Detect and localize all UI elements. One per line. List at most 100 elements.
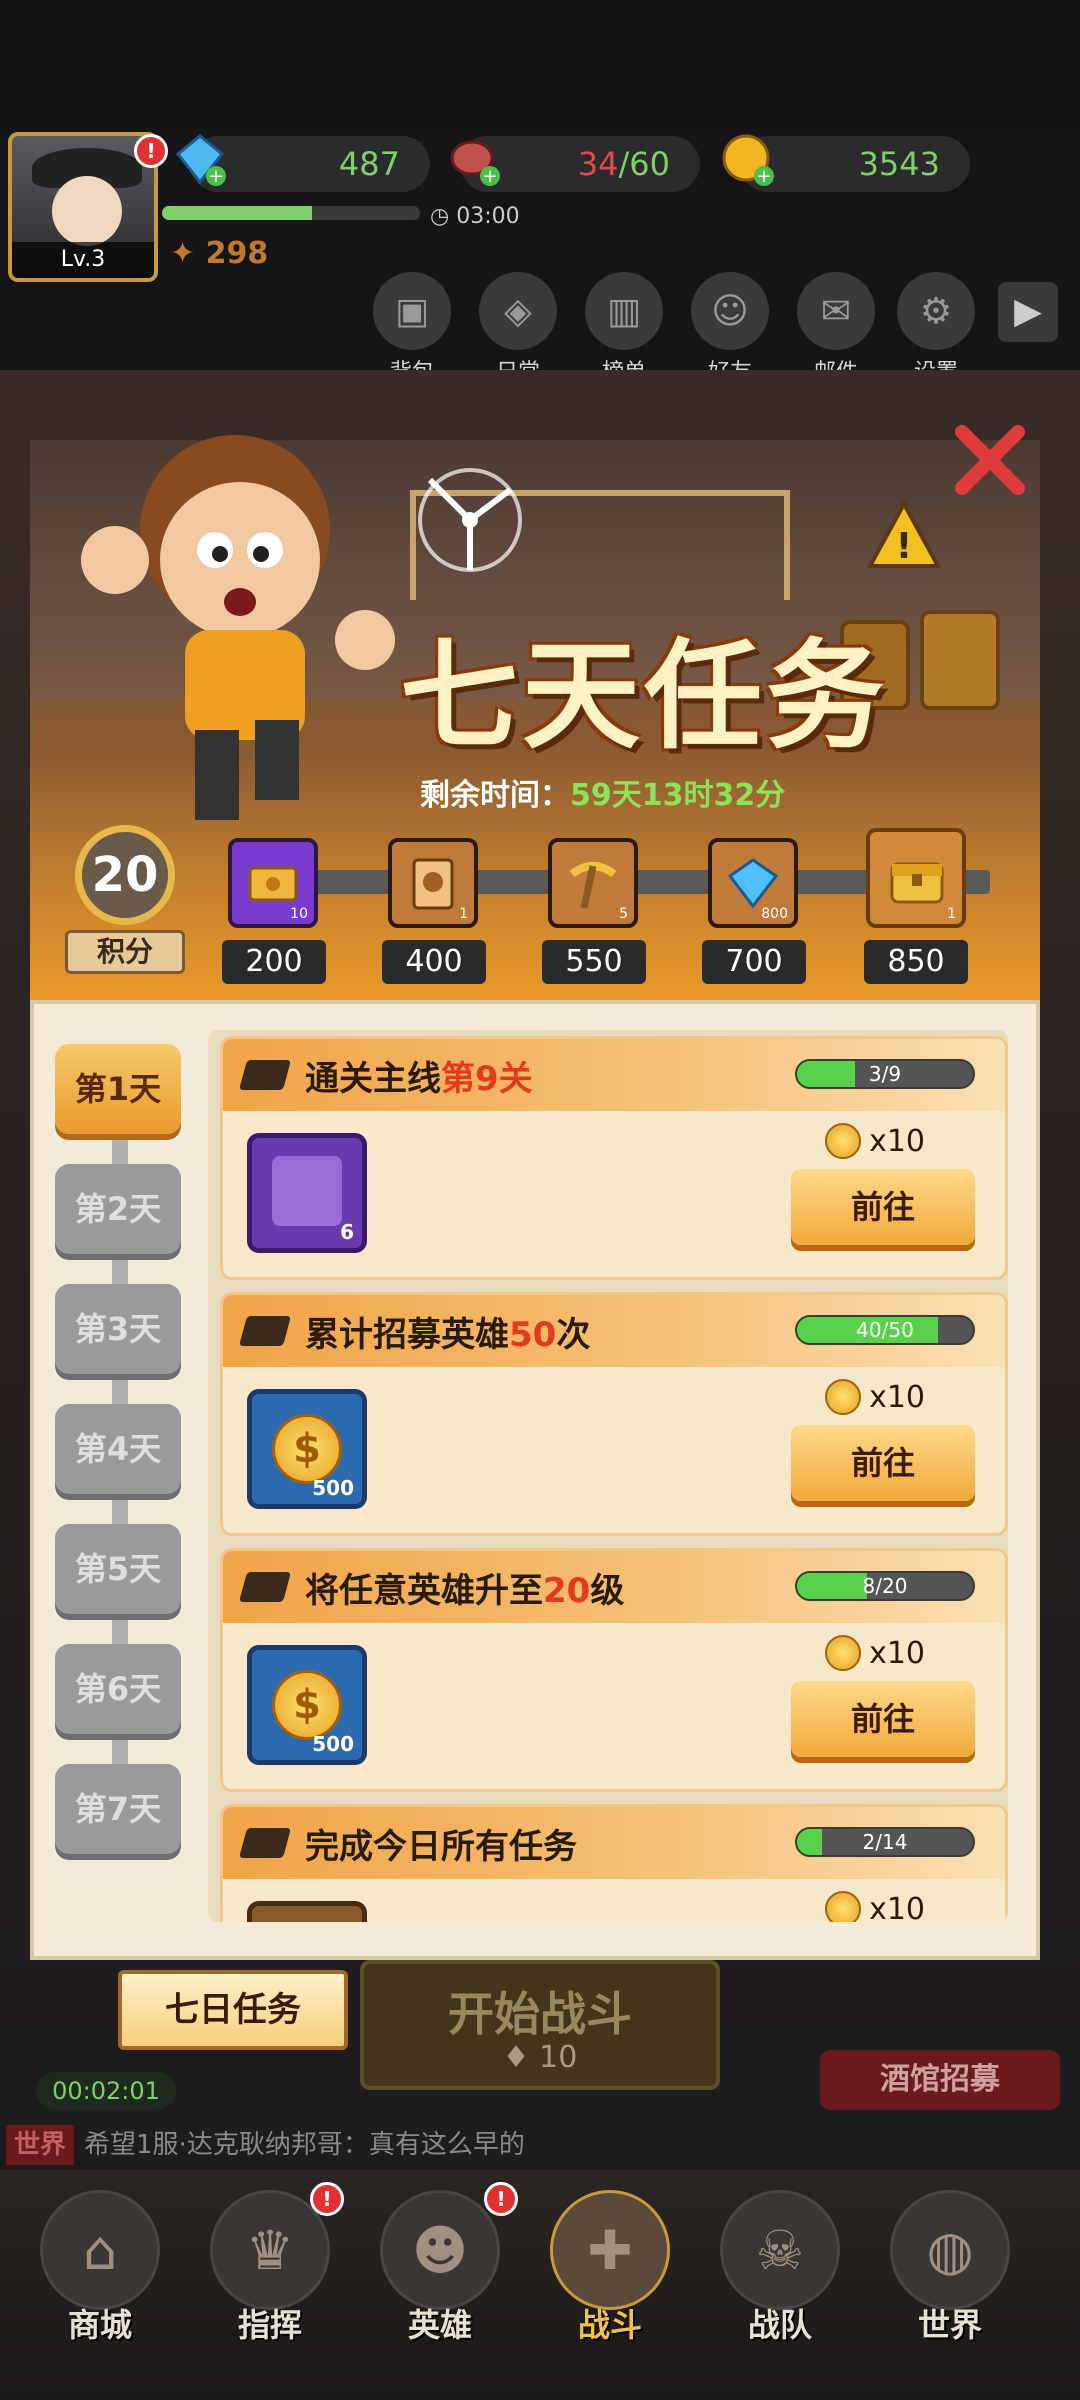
task-title-text: 通关主线 [305,1058,441,1099]
task-reward-qty: 500 [312,1476,354,1500]
reward-ticket[interactable]: 10 [228,838,318,928]
reward-diamond[interactable]: 800 [708,838,798,928]
world-chat-ticker[interactable]: 世界 希望1服·达克耿纳邦哥：真有这么早的 [0,2125,1080,2165]
menu-daily-button[interactable]: ◈ 日常 [478,272,558,385]
task-title-suffix: 次 [556,1314,591,1355]
card-icon [404,854,462,912]
shop-icon: ⌂ [40,2190,160,2310]
tavern-recruit-button[interactable]: 酒馆招募 [820,2050,1060,2110]
task-title-highlight: 第9关 [441,1058,533,1099]
team-icon: ☠ [720,2190,840,2310]
go-button[interactable]: 前往 [791,1425,975,1501]
task-title-text: 累计招募英雄 [305,1314,509,1355]
gold-coin-icon: $ [272,1670,342,1740]
stamina-max: /60 [618,145,671,183]
nav-label: 指挥 [237,2306,302,2344]
notification-badge: ! [484,2182,518,2216]
menu-ranking-button[interactable]: ▥ 榜单 [584,272,664,385]
start-battle-button[interactable]: 开始战斗 ♦ 10 [360,1960,720,2090]
task-card: 通关主线第9关 3/9 6 x10 前往 [220,1036,1008,1280]
task-card: 将任意英雄升至20级 8/20 $ 500 x10 前往 [220,1548,1008,1792]
task-reward-item[interactable]: $ 500 [247,1389,367,1509]
task-points-amount: x10 [869,1635,925,1671]
chest-icon [886,848,944,906]
tab-day-3[interactable]: 第3天 [55,1284,181,1374]
nav-battle[interactable]: ✚ 战斗 [535,2190,685,2380]
go-button[interactable]: 前往 [791,1169,975,1245]
go-button[interactable]: 前往 [791,1681,975,1757]
menu-mail-button[interactable]: ✉ 邮件 [796,272,876,385]
score-badge: 20 积分 [60,825,190,975]
power-icon: ✦ [170,236,196,271]
remaining-time-value: 59天13时32分 [570,778,786,813]
reward-qty: 10 [290,906,308,922]
menu-friends-button[interactable]: ☺ 好友 [690,272,770,385]
stamina-progress-bar [162,206,420,220]
reward-qty: 1 [947,906,956,922]
start-battle-cost: ♦ 10 [364,2040,716,2075]
tab-day-7[interactable]: 第7天 [55,1764,181,1854]
task-reward-item[interactable] [247,1901,367,1922]
reward-points: 200 [222,940,326,984]
nav-commander[interactable]: ♛ 指挥 [195,2190,345,2380]
box-icon: ◈ [479,272,557,350]
friend-icon: ☺ [691,272,769,350]
task-progress-text: 8/20 [862,1574,908,1598]
face-graphic [52,176,122,246]
task-title: 完成今日所有任务 [305,1819,577,1868]
svg-text:+: + [756,166,771,187]
nav-shop[interactable]: ⌂ 商城 [25,2190,175,2380]
task-points-amount: x10 [869,1891,925,1923]
tab-day-4[interactable]: 第4天 [55,1404,181,1494]
diamond-plus-icon[interactable]: + [170,130,230,190]
task-header: 将任意英雄升至20级 8/20 [223,1551,1005,1623]
reward-qty: 1 [459,906,468,922]
modal-title: 七天任务 [400,626,889,765]
task-header: 累计招募英雄50次 40/50 [223,1295,1005,1367]
tab-day-1[interactable]: 第1天 [55,1044,181,1134]
task-title-text: 完成今日所有任务 [305,1826,577,1867]
nav-label: 商城 [67,2306,132,2344]
remaining-time-label: 剩余时间： [420,778,570,813]
task-list[interactable]: 通关主线第9关 3/9 6 x10 前往 累计招募英雄50次 40/50 $ 5… [208,1030,1008,1922]
nav-team[interactable]: ☠ 战队 [705,2190,855,2380]
stamina-current: 34 [577,145,619,183]
nav-label: 战斗 [577,2306,642,2344]
seven-day-tooltip[interactable]: 七日任务 [118,1970,348,2050]
task-card: 累计招募英雄50次 40/50 $ 500 x10 前往 [220,1292,1008,1536]
diamond-icon [724,854,782,912]
tab-day-2[interactable]: 第2天 [55,1164,181,1254]
task-title: 将任意英雄升至20级 [305,1563,624,1612]
reward-chest[interactable]: 1 [866,828,966,928]
reward-card[interactable]: 1 [388,838,478,928]
chat-channel-tag: 世界 [6,2125,75,2165]
task-stack-icon [238,1316,292,1346]
meat-plus-icon[interactable]: + [444,130,504,190]
tab-day-6[interactable]: 第6天 [55,1644,181,1734]
coin-plus-icon[interactable]: + [718,130,778,190]
clock-icon: ◷ [430,204,450,229]
gear-icon: ⚙ [897,272,975,350]
menu-settings-button[interactable]: ⚙ 设置 [896,272,976,385]
task-points: x10 [825,1379,925,1415]
task-reward-item[interactable]: $ 500 [247,1645,367,1765]
svg-text:+: + [482,166,497,187]
hero-icon: ☻ [380,2190,500,2310]
task-progress-text: 2/14 [862,1830,908,1854]
nav-label: 英雄 [407,2306,472,2344]
task-points-amount: x10 [869,1379,925,1415]
nav-world[interactable]: ◍ 世界 [875,2190,1025,2380]
reward-points: 700 [702,940,806,984]
bottom-navigation: ⌂ 商城 ♛ 指挥 ☻ 英雄 ✚ 战斗 ☠ 战队 ◍ 世界 [0,2170,1080,2400]
player-level: Lv.3 [12,242,154,278]
tab-day-5[interactable]: 第5天 [55,1524,181,1614]
task-reward-item[interactable]: 6 [247,1133,367,1253]
menu-expand-arrow-icon[interactable]: ▶ [998,282,1058,342]
task-card: 完成今日所有任务 2/14 x10 [220,1804,1008,1922]
reward-pickaxe[interactable]: 5 [548,838,638,928]
close-icon[interactable] [950,420,1030,500]
menu-bag-button[interactable]: ▣ 背包 [372,272,452,385]
task-progress-bar: 2/14 [795,1827,975,1857]
nav-heroes[interactable]: ☻ 英雄 [365,2190,515,2380]
status-bar [0,0,1080,130]
